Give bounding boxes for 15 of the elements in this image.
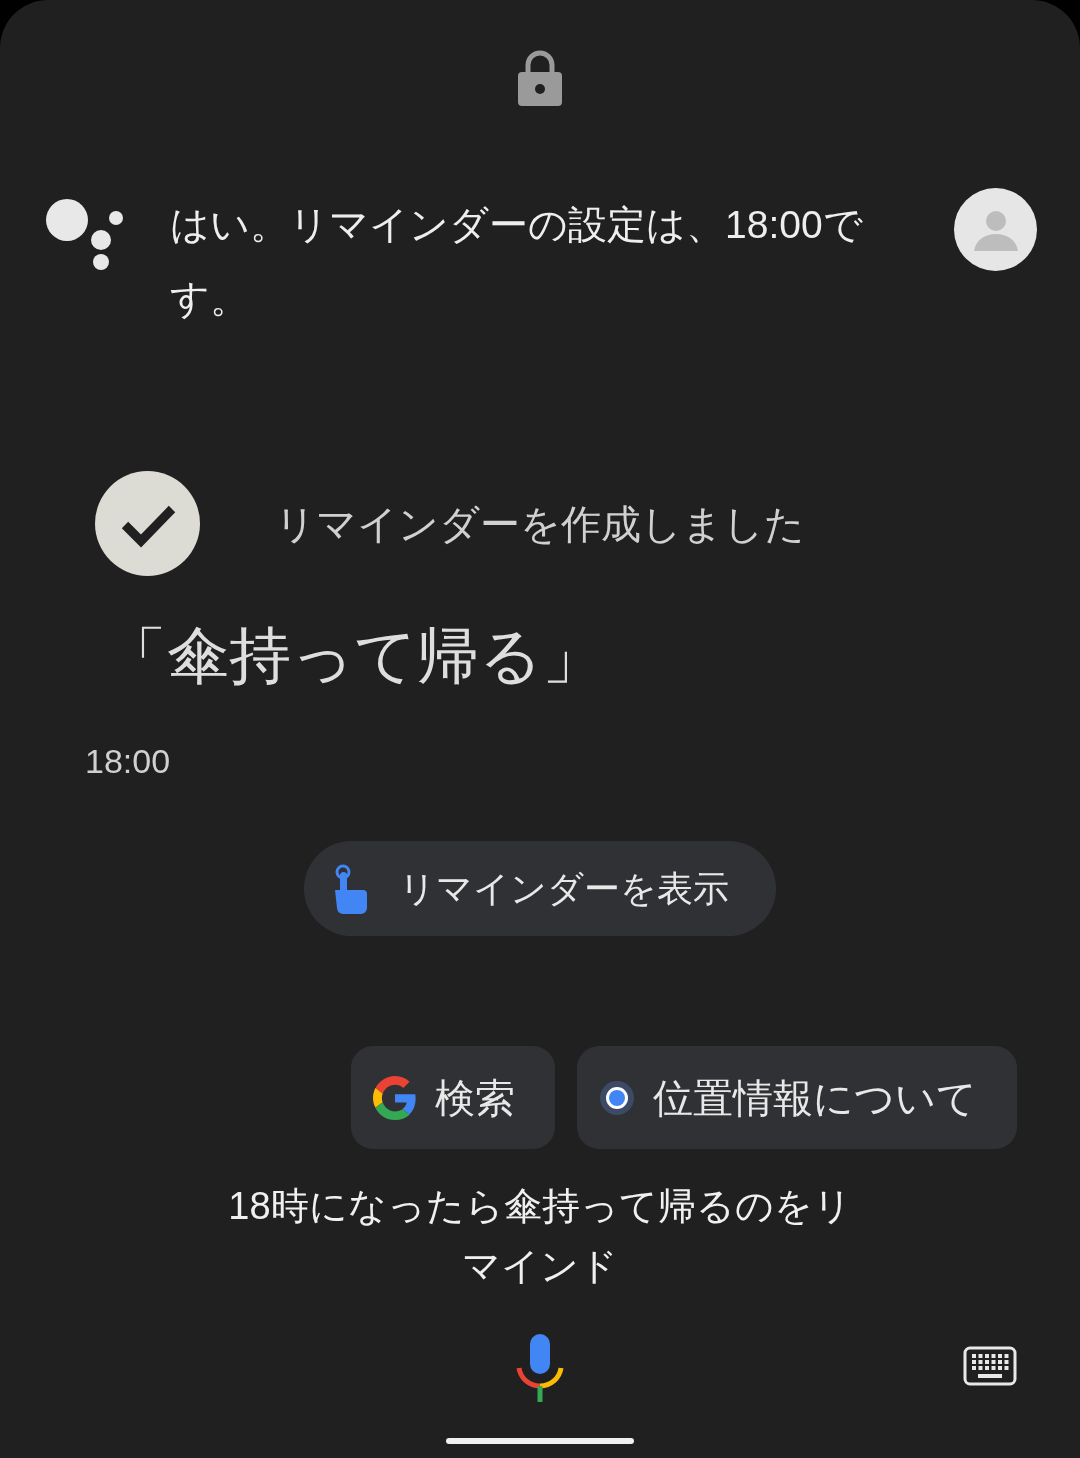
status-text: リマインダーを作成しました: [275, 500, 805, 548]
check-circle-icon: [95, 471, 200, 576]
show-reminders-button[interactable]: リマインダーを表示: [304, 841, 776, 936]
microphone-icon[interactable]: [515, 1334, 565, 1402]
lock-icon: [518, 50, 562, 106]
suggestion-chip[interactable]: 検索: [351, 1046, 555, 1149]
location-dot-icon: [599, 1079, 635, 1116]
google-g-icon: [373, 1075, 417, 1120]
query-text: 18時になったら傘持って帰るのをリマインド: [227, 1184, 853, 1289]
keyboard-icon[interactable]: [963, 1346, 1017, 1386]
suggestion-chip[interactable]: 位置情報について: [577, 1046, 1017, 1149]
reminder-title: 「傘持って帰る」: [105, 620, 604, 692]
assistant-logo-icon: [45, 198, 125, 270]
assistant-reply: はい。リマインダーの設定は、18:00です。: [170, 202, 864, 322]
reminder-time: 18:00: [85, 741, 171, 781]
